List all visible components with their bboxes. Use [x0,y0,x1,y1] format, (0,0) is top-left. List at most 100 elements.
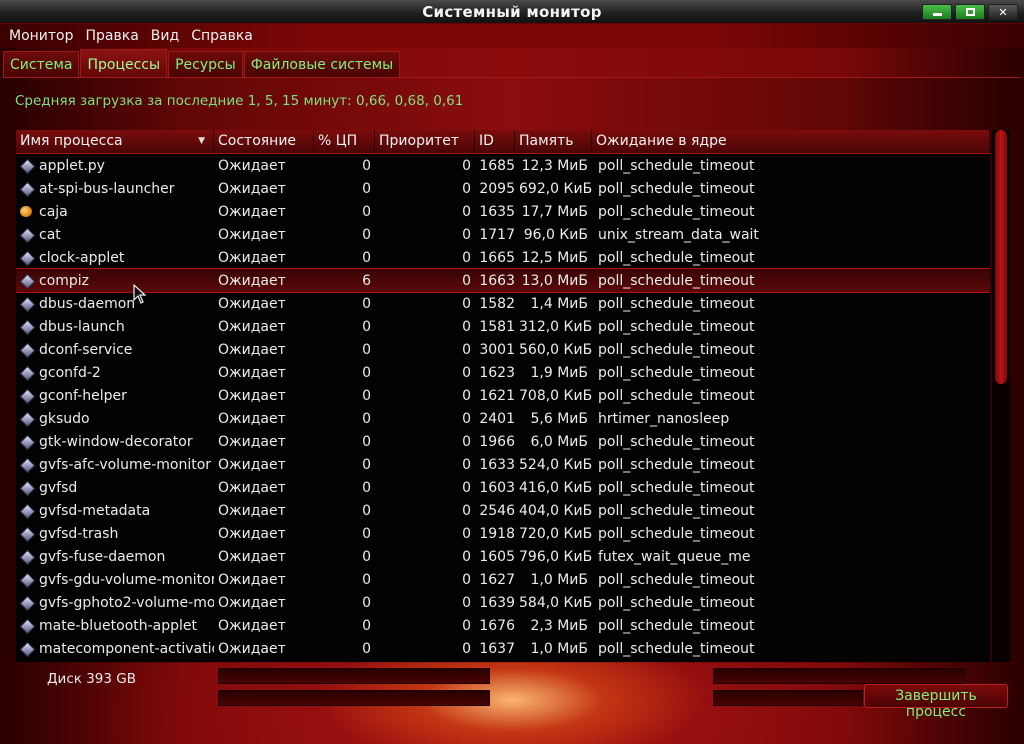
vertical-scrollbar[interactable] [992,130,1010,662]
process-name-cell: gvfs-afc-volume-monitor [16,457,214,473]
minimize-button[interactable] [922,4,952,20]
process-name: gvfs-gdu-volume-monitor [39,571,214,588]
process-cpu: 0 [362,456,371,473]
process-state: Ожидает [218,456,286,473]
table-row[interactable]: cat Ожидает 0 0 1717 96,0 КиБ unix_stream_data… [16,223,990,246]
column-header-id[interactable]: ID [475,130,515,153]
table-row[interactable]: dbus-daemon Ожидает 0 0 1582 1,4 МиБ poll_sche… [16,292,990,315]
table-row[interactable]: applet.py Ожидает 0 0 1685 12,3 МиБ poll_sched… [16,154,990,177]
table-header: Имя процесса ▼ Состояние % ЦП Приоритет … [16,130,990,154]
table-row[interactable]: gtk-window-decorator Ожидает 0 0 1966 6,0 МиБ… [16,430,990,453]
table-row[interactable]: gvfs-gdu-volume-monitor Ожидает 0 0 1627 1,0 … [16,568,990,591]
process-icon [20,274,33,287]
process-memory: 5,6 МиБ [530,410,589,427]
tab-bar: Система Процессы Ресурсы Файловые систем… [3,49,401,77]
process-cpu: 0 [362,502,371,519]
table-row[interactable]: gksudo Ожидает 0 0 2401 5,6 МиБ hrtimer_nanosl… [16,407,990,430]
table-row[interactable]: matecomponent-activatior Ожидает 0 0 1637 1,0… [16,637,990,660]
process-priority: 0 [462,157,471,174]
process-icon [20,619,33,632]
process-cpu: 0 [362,571,371,588]
table-row[interactable]: compiz Ожидает 6 0 1663 13,0 МиБ poll_schedule… [16,268,990,293]
status-bar-track [218,690,490,706]
table-row[interactable]: gvfs-fuse-daemon Ожидает 0 0 1605 796,0 КиБ fu… [16,545,990,568]
process-name-cell: clock-applet [16,250,214,266]
process-name-cell: caja [16,204,214,220]
table-row[interactable]: gvfsd Ожидает 0 0 1603 416,0 КиБ poll_schedule… [16,476,990,499]
window-title: Системный монитор [422,3,602,21]
close-button[interactable]: ✕ [988,4,1018,20]
process-wait-channel: poll_schedule_timeout [598,502,755,519]
process-wait-channel: poll_schedule_timeout [598,456,755,473]
menu-help[interactable]: Справка [185,28,259,44]
process-wait-channel: poll_schedule_timeout [598,272,755,289]
status-bar-track [713,690,863,706]
caja-app-icon [20,205,33,218]
table-row[interactable]: mate-bluetooth-applet Ожидает 0 0 1676 2,3 Ми… [16,614,990,637]
tab-filesystems[interactable]: Файловые системы [243,51,401,77]
mouse-pointer-icon [133,284,147,304]
process-cpu: 0 [362,387,371,404]
system-monitor-window: Системный монитор ✕ Монитор Правка Вид С… [0,0,1024,744]
column-header-memory[interactable]: Память [515,130,592,153]
table-row[interactable]: caja Ожидает 0 0 1635 17,7 МиБ poll_schedule_t… [16,200,990,223]
table-row[interactable]: gconf-helper Ожидает 0 0 1621 708,0 КиБ poll_s… [16,384,990,407]
process-name-cell: mate-bluetooth-applet [16,618,214,634]
process-state: Ожидает [218,433,286,450]
process-icon [20,458,33,471]
table-row[interactable]: gvfsd-trash Ожидает 0 0 1918 720,0 КиБ poll_sc… [16,522,990,545]
column-header-priority[interactable]: Приоритет [375,130,475,153]
process-state: Ожидает [218,318,286,335]
column-header-name[interactable]: Имя процесса ▼ [16,130,214,153]
menu-view[interactable]: Вид [145,28,185,44]
tab-processes[interactable]: Процессы [80,49,168,77]
process-icon [20,389,33,402]
process-state: Ожидает [218,617,286,634]
process-memory: 1,0 МиБ [530,640,589,657]
process-icon [20,159,33,172]
process-wait-channel: poll_schedule_timeout [598,594,755,611]
process-name-cell: gvfsd-metadata [16,503,214,519]
tab-system[interactable]: Система [3,51,80,77]
process-id: 1627 [479,571,515,588]
process-state: Ожидает [218,479,286,496]
process-state: Ожидает [218,594,286,611]
scrollbar-thumb[interactable] [995,130,1007,384]
process-state: Ожидает [218,249,286,266]
process-state: Ожидает [218,364,286,381]
process-name-cell: gconfd-2 [16,365,214,381]
end-process-button[interactable]: Завершить процесс [864,684,1008,720]
table-row[interactable]: at-spi-bus-launcher Ожидает 0 0 2095 692,0 Ки… [16,177,990,200]
tab-resources[interactable]: Ресурсы [168,51,243,77]
title-bar[interactable]: Системный монитор ✕ [0,0,1024,24]
process-state: Ожидает [218,157,286,174]
process-cpu: 6 [362,272,371,289]
process-id: 1637 [479,640,515,657]
process-icon [20,412,33,425]
maximize-button[interactable] [955,4,985,20]
process-state: Ожидает [218,387,286,404]
process-priority: 0 [462,548,471,565]
table-row[interactable]: gvfsd-metadata Ожидает 0 0 2546 404,0 КиБ poll… [16,499,990,522]
column-header-cpu[interactable]: % ЦП [314,130,375,153]
process-name: gtk-window-decorator [39,433,193,450]
table-row[interactable]: dconf-service Ожидает 0 0 3001 560,0 КиБ poll_… [16,338,990,361]
column-header-state[interactable]: Состояние [214,130,314,153]
table-row[interactable]: clock-applet Ожидает 0 0 1665 12,5 МиБ poll_sc… [16,246,990,269]
process-priority: 0 [462,272,471,289]
process-id: 1581 [479,318,515,335]
process-memory: 796,0 КиБ [519,548,592,565]
table-row[interactable]: gvfs-afc-volume-monitor Ожидает 0 0 1633 524,… [16,453,990,476]
table-row[interactable]: gvfs-gphoto2-volume-mon Ожидает 0 0 1639 584,… [16,591,990,614]
process-icon [20,596,33,609]
table-row[interactable]: gconfd-2 Ожидает 0 0 1623 1,9 МиБ poll_schedul… [16,361,990,384]
process-memory: 720,0 КиБ [519,525,592,542]
column-header-wait[interactable]: Ожидание в ядре [592,130,990,153]
table-row[interactable]: dbus-launch Ожидает 0 0 1581 312,0 КиБ poll_sc… [16,315,990,338]
process-memory: 96,0 КиБ [523,226,588,243]
process-memory: 2,3 МиБ [530,617,589,634]
process-icon [20,320,33,333]
process-wait-channel: poll_schedule_timeout [598,387,755,404]
menu-edit[interactable]: Правка [80,28,145,44]
menu-monitor[interactable]: Монитор [3,28,80,44]
